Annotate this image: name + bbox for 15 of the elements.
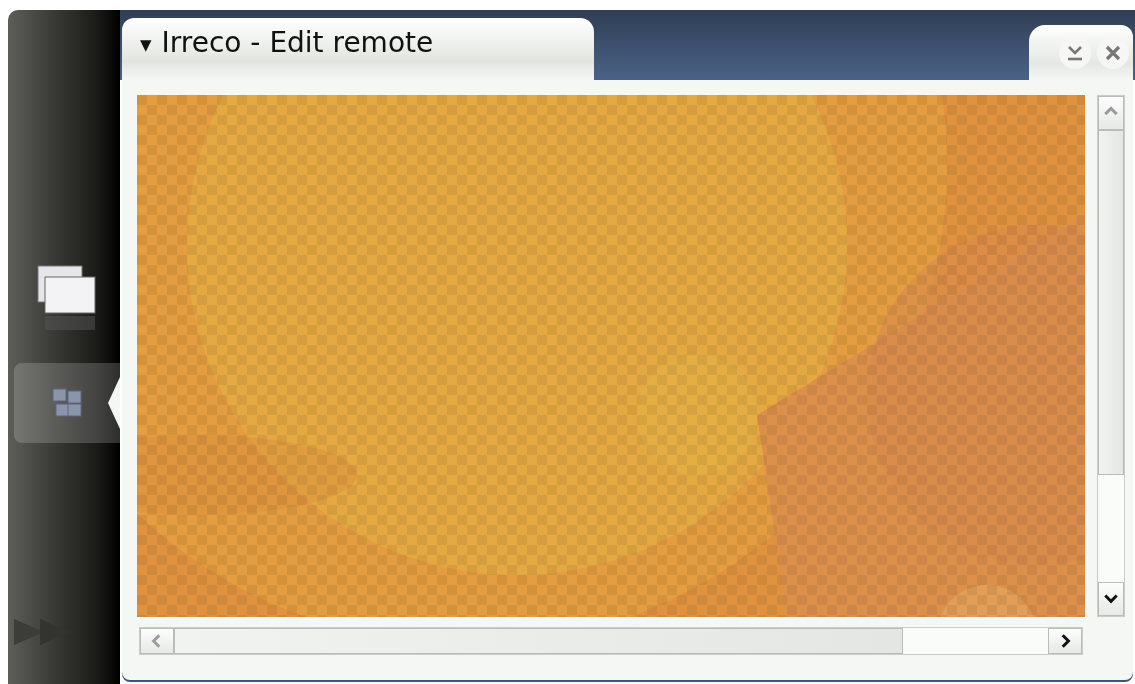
menu-indicator: ▼ [140,36,152,54]
scroll-thumb[interactable] [174,628,903,654]
window-title: Irreco - Edit remote [161,26,434,59]
scroll-down-button[interactable] [1098,582,1124,616]
grid-icon [52,388,82,418]
scroll-right-button[interactable] [1048,628,1082,654]
minimize-icon [1066,43,1084,62]
scroll-up-button[interactable] [1098,96,1124,130]
scroll-thumb[interactable] [1098,130,1124,475]
vertical-scrollbar[interactable] [1097,95,1125,617]
close-icon [1104,43,1122,62]
sidebar-item[interactable] [14,363,120,443]
title-tab[interactable]: ▼ Irreco - Edit remote [122,18,594,80]
horizontal-scrollbar[interactable] [139,627,1083,655]
scroll-left-button[interactable] [140,628,174,654]
